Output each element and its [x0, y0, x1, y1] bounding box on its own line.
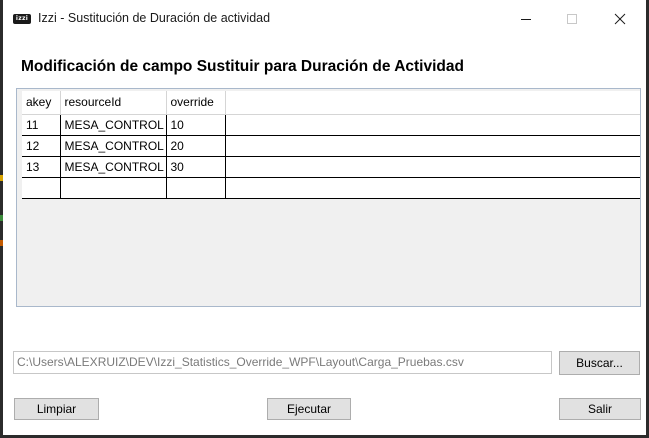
minimize-button[interactable]: [503, 0, 549, 36]
cell-filler: [225, 135, 640, 157]
browse-button[interactable]: Buscar...: [559, 351, 640, 375]
file-path-field[interactable]: C:\Users\ALEXRUIZ\DEV\Izzi_Statistics_Ov…: [13, 351, 552, 374]
maximize-icon: [567, 14, 577, 24]
cell-akey[interactable]: 11: [22, 114, 61, 136]
cell-akey[interactable]: 13: [22, 156, 61, 178]
column-header-resourceid[interactable]: resourceId: [60, 91, 167, 115]
cell-filler: [225, 177, 640, 199]
background-sliver: [0, 175, 3, 181]
cell-filler: [225, 156, 640, 178]
window-title: Izzi - Sustitución de Duración de activi…: [38, 11, 271, 25]
cell-filler: [225, 114, 640, 136]
cell-override-empty[interactable]: [166, 177, 226, 199]
app-logo-icon: izzi: [13, 14, 31, 24]
header-row: akey resourceId override: [22, 91, 640, 115]
new-row-placeholder[interactable]: [22, 177, 640, 199]
data-table[interactable]: akey resourceId override 11 MESA_CONTROL…: [22, 91, 640, 199]
close-icon: [614, 13, 626, 25]
close-button[interactable]: [597, 0, 643, 36]
column-header-filler: [225, 91, 640, 115]
cell-override[interactable]: 30: [166, 156, 226, 178]
cell-override[interactable]: 10: [166, 114, 226, 136]
execute-button[interactable]: Ejecutar: [267, 398, 351, 420]
clear-button[interactable]: Limpiar: [14, 398, 99, 420]
cell-resourceid[interactable]: MESA_CONTROL: [60, 114, 167, 136]
table-row[interactable]: 13 MESA_CONTROL 30: [22, 156, 640, 178]
table-row[interactable]: 11 MESA_CONTROL 10: [22, 114, 640, 136]
column-header-override[interactable]: override: [166, 91, 226, 115]
cell-akey[interactable]: 12: [22, 135, 61, 157]
background-sliver: [0, 215, 3, 221]
background-sliver: [0, 240, 3, 246]
maximize-button[interactable]: [549, 0, 595, 36]
cell-override[interactable]: 20: [166, 135, 226, 157]
page-heading: Modificación de campo Sustituir para Dur…: [21, 58, 464, 75]
minimize-icon: [521, 19, 531, 20]
cell-akey-empty[interactable]: [22, 177, 61, 199]
cell-resourceid[interactable]: MESA_CONTROL: [60, 135, 167, 157]
data-grid[interactable]: akey resourceId override 11 MESA_CONTROL…: [16, 88, 641, 307]
cell-resourceid[interactable]: MESA_CONTROL: [60, 156, 167, 178]
title-bar[interactable]: izzi Izzi - Sustitución de Duración de a…: [3, 0, 646, 40]
exit-button[interactable]: Salir: [559, 398, 641, 420]
cell-resourceid-empty[interactable]: [60, 177, 167, 199]
column-header-akey[interactable]: akey: [22, 91, 61, 115]
table-row[interactable]: 12 MESA_CONTROL 20: [22, 135, 640, 157]
